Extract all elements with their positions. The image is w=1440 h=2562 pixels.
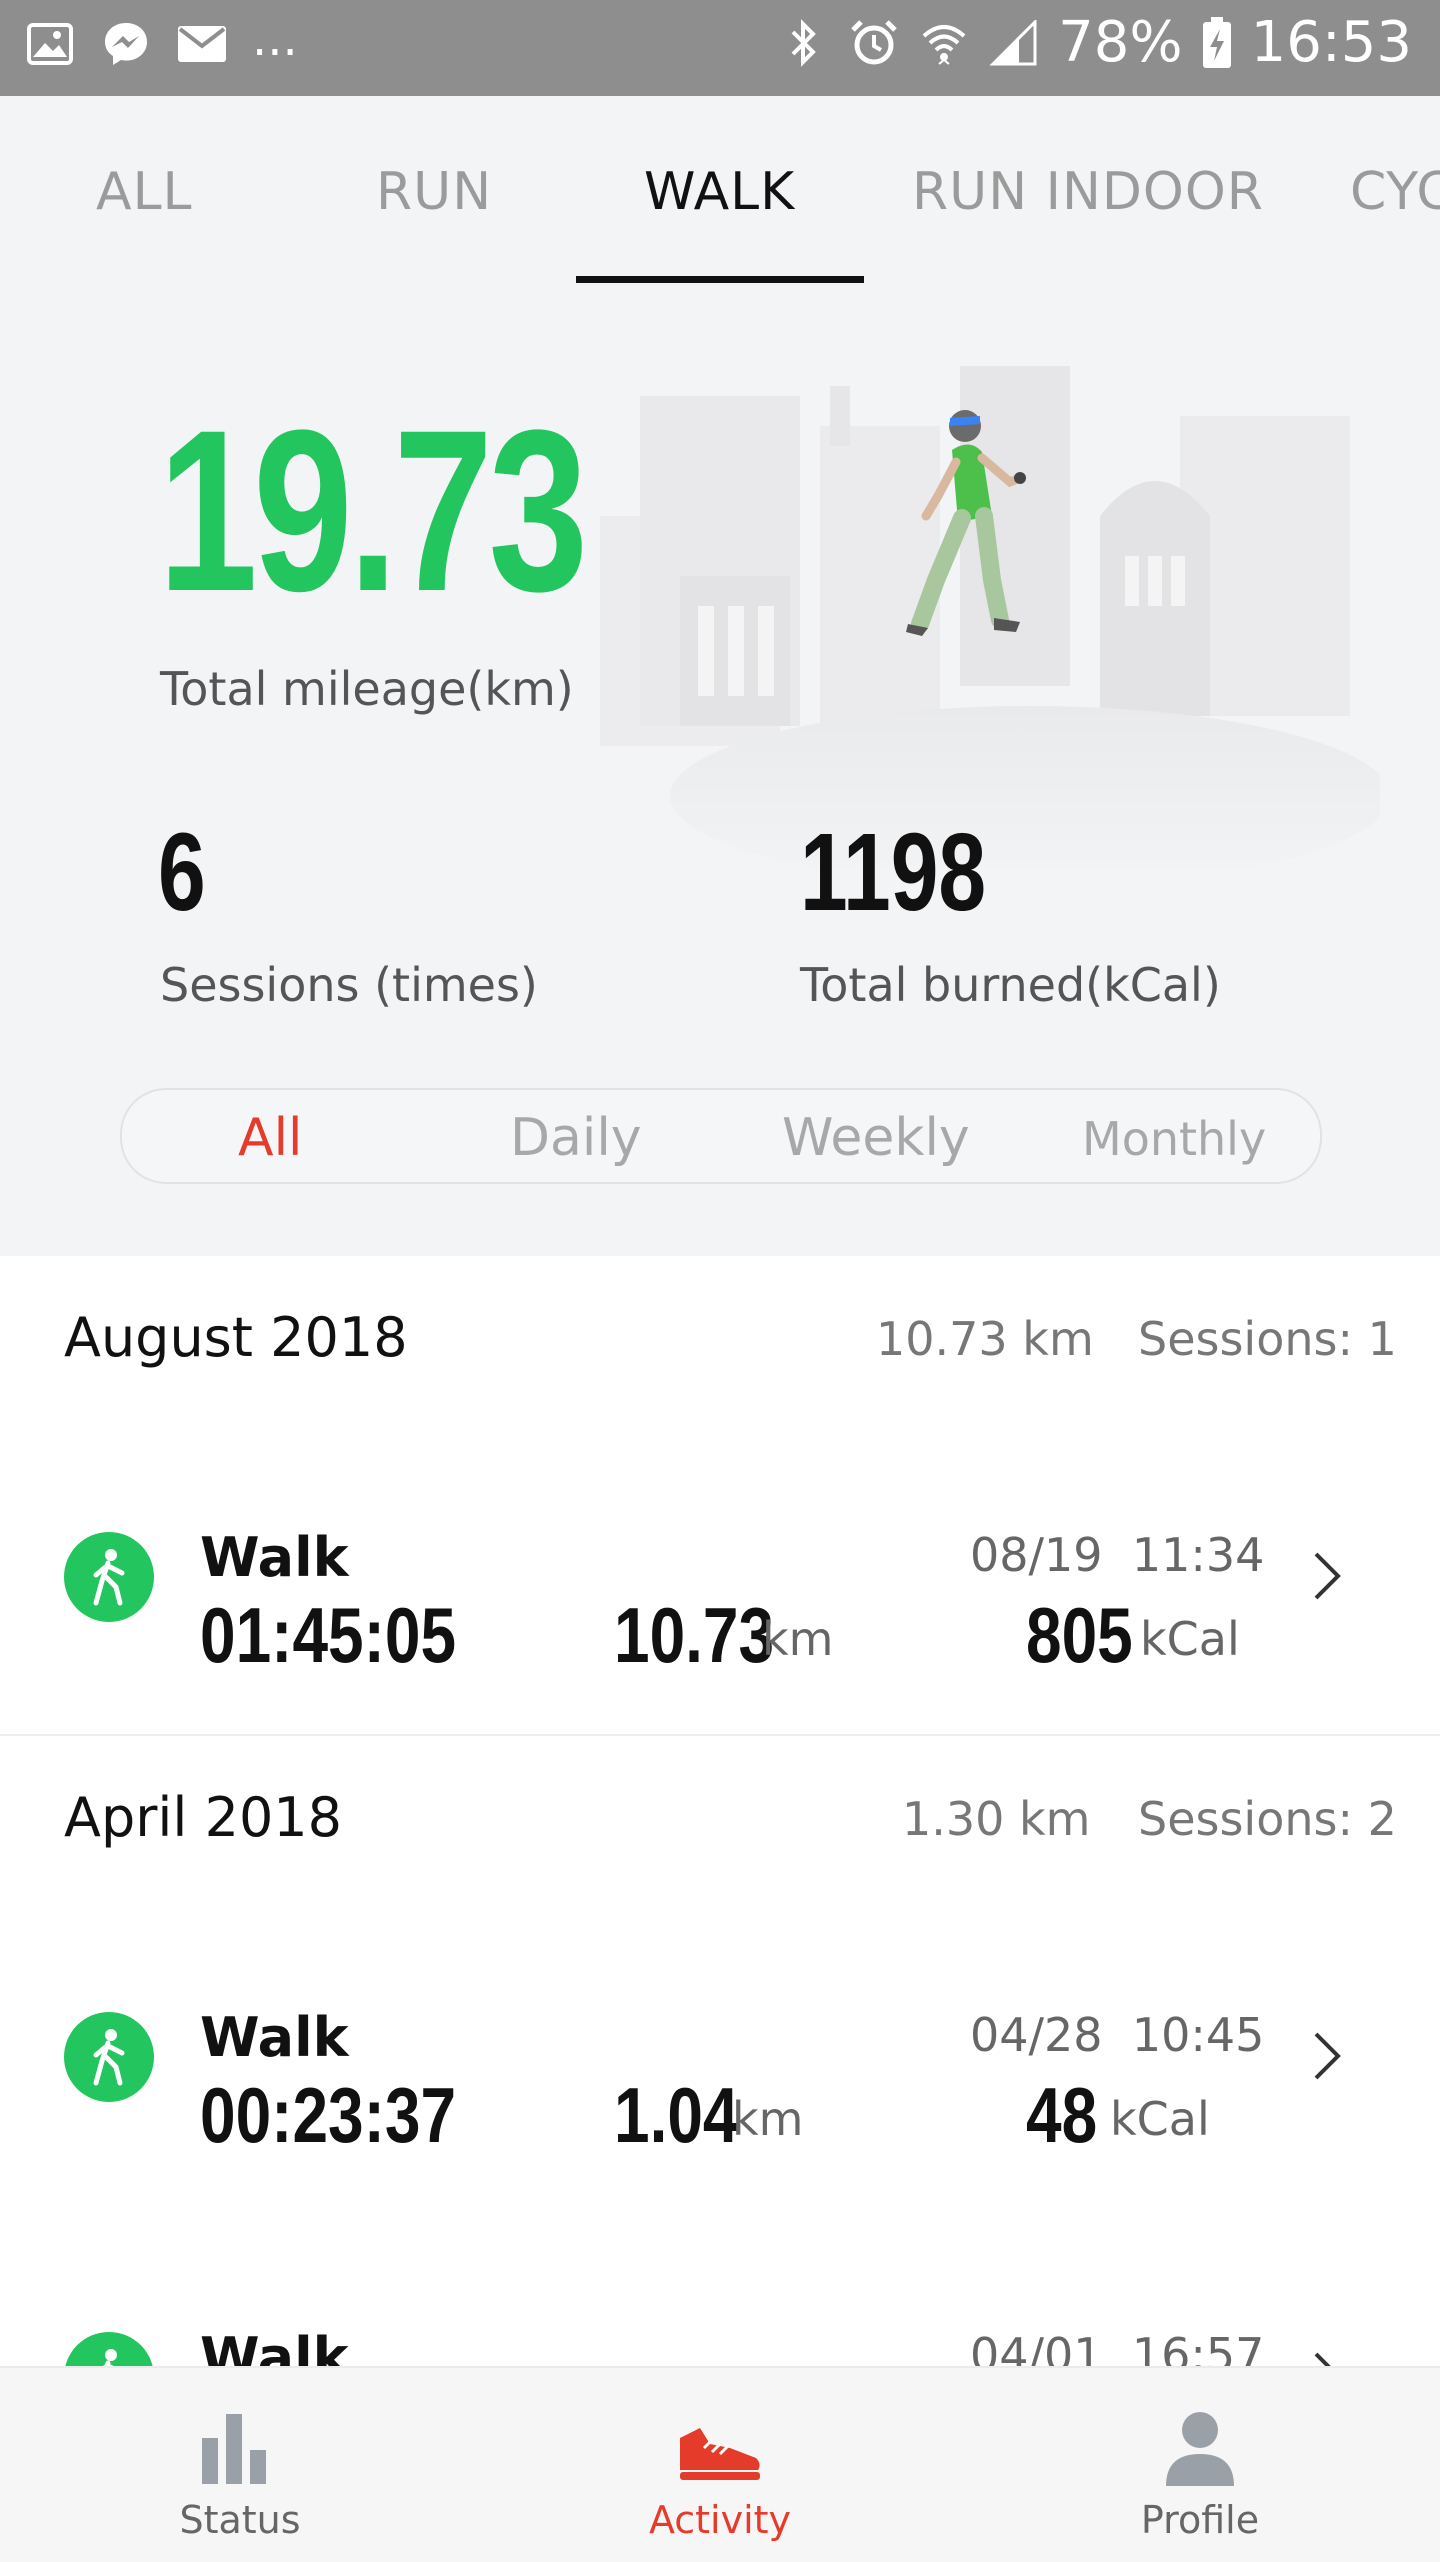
distance-unit: km — [762, 1612, 834, 1666]
clock: 16:53 — [1250, 10, 1412, 75]
filter-weekly[interactable]: Weekly — [782, 1108, 970, 1168]
month-title: April 2018 — [64, 1786, 343, 1849]
burned-label: Total burned(kCal) — [800, 958, 1221, 1012]
walking-illustration — [580, 366, 1390, 886]
bar-chart-icon — [190, 2408, 290, 2488]
more-indicator: ... — [252, 11, 298, 67]
activity-distance: 10.73 — [614, 1591, 775, 1679]
total-mileage-label: Total mileage(km) — [160, 662, 574, 716]
activity-calories: 805 — [1026, 1591, 1133, 1679]
nav-activity[interactable]: Activity — [570, 2368, 870, 2562]
total-mileage-value: 19.73 — [158, 382, 588, 639]
activity-title: Walk — [200, 1526, 349, 1589]
filter-monthly[interactable]: Monthly — [1082, 1112, 1266, 1166]
tab-run[interactable]: RUN — [376, 162, 492, 222]
month-sessions: Sessions: 1 — [1138, 1312, 1397, 1366]
nav-profile-label: Profile — [1140, 2498, 1260, 2542]
calories-unit: kCal — [1110, 2092, 1210, 2146]
activity-date: 04/28 10:45 — [970, 2008, 1265, 2062]
nav-status[interactable]: Status — [90, 2368, 390, 2562]
nav-profile[interactable]: Profile — [1050, 2368, 1350, 2562]
battery-percent: 78% — [1058, 10, 1183, 75]
activity-duration: 00:23:37 — [200, 2071, 457, 2159]
divider — [0, 1734, 1440, 1736]
distance-unit: km — [732, 2092, 804, 2146]
tab-run-indoor[interactable]: RUN INDOOR — [912, 162, 1264, 222]
month-title: August 2018 — [64, 1306, 408, 1369]
month-distance: 10.73 km — [876, 1312, 1094, 1366]
bluetooth-icon — [778, 17, 830, 69]
activity-duration: 01:45:05 — [200, 1591, 457, 1679]
month-sessions: Sessions: 2 — [1138, 1792, 1397, 1846]
chevron-right-icon[interactable] — [1308, 2026, 1348, 2086]
burned-value: 1198 — [800, 811, 987, 934]
summary-header: ALL RUN WALK RUN INDOOR CYC 19.73 Total … — [0, 96, 1440, 1256]
active-tab-indicator — [576, 276, 864, 283]
walk-icon — [64, 1532, 154, 1622]
mail-icon — [176, 18, 228, 70]
image-icon — [24, 18, 76, 70]
alarm-icon — [848, 17, 900, 69]
filter-all[interactable]: All — [238, 1108, 302, 1168]
signal-icon — [988, 17, 1040, 69]
activity-distance: 1.04 — [614, 2071, 739, 2159]
tab-walk[interactable]: WALK — [644, 162, 795, 222]
sessions-value: 6 — [158, 811, 206, 934]
nav-activity-label: Activity — [648, 2498, 792, 2542]
bottom-navigation: Status Activity Profile — [0, 2366, 1440, 2562]
month-distance: 1.30 km — [902, 1792, 1091, 1846]
battery-charging-icon — [1201, 16, 1233, 69]
sneaker-icon — [670, 2408, 770, 2488]
messenger-icon — [100, 18, 152, 70]
calories-unit: kCal — [1140, 1612, 1240, 1666]
tab-cycling[interactable]: CYC — [1350, 162, 1440, 222]
activity-type-tabs: ALL RUN WALK RUN INDOOR CYC — [0, 96, 1440, 286]
filter-daily[interactable]: Daily — [510, 1108, 642, 1168]
nav-status-label: Status — [179, 2498, 301, 2542]
walk-icon — [64, 2012, 154, 2102]
activity-title: Walk — [200, 2006, 349, 2069]
period-filter: All Daily Weekly Monthly — [120, 1088, 1322, 1184]
person-icon — [1150, 2408, 1250, 2488]
activity-date: 08/19 11:34 — [970, 1528, 1265, 1582]
activity-calories: 48 — [1026, 2071, 1098, 2159]
tab-all[interactable]: ALL — [96, 162, 193, 222]
status-bar: ... 78% 16:53 — [0, 0, 1440, 96]
sessions-label: Sessions (times) — [160, 958, 538, 1012]
wifi-icon — [918, 17, 970, 69]
chevron-right-icon[interactable] — [1308, 1546, 1348, 1606]
